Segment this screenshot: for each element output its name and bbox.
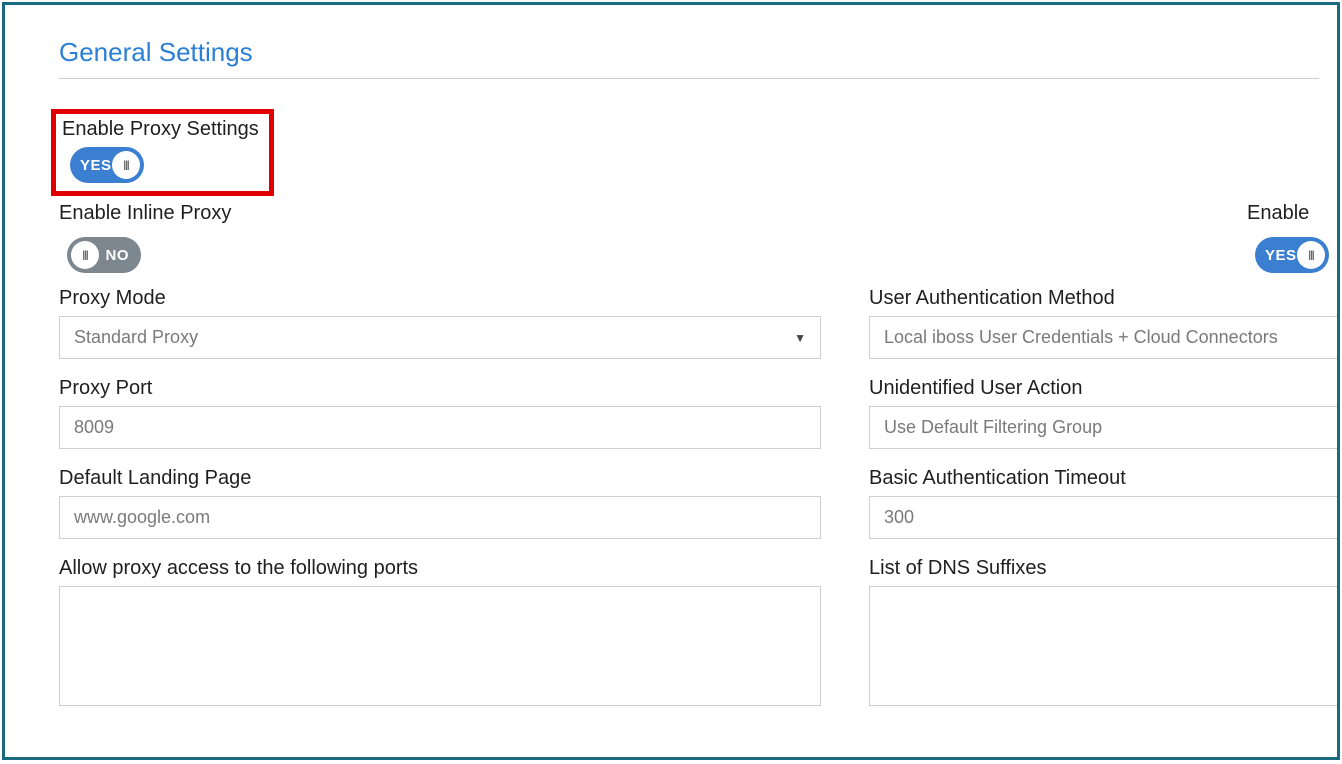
section-divider — [59, 78, 1319, 79]
toggle-state-text: NO — [106, 247, 130, 264]
toggle-state-text: YES — [80, 157, 112, 174]
enable-inline-proxy-block: Enable Inline Proxy NO ||| — [59, 202, 231, 273]
unidentified-user-label: Unidentified User Action — [869, 377, 1339, 400]
allow-ports-textarea[interactable] — [59, 586, 821, 706]
unidentified-user-select[interactable]: Use Default Filtering Group — [869, 406, 1339, 449]
enable-proxy-label: Enable Proxy Settings — [62, 118, 259, 141]
toggle-knob: ||| — [1297, 241, 1325, 269]
enable-right-block: Enable YES ||| — [1247, 202, 1329, 273]
proxy-mode-select[interactable]: Standard Proxy ▼ — [59, 316, 821, 359]
grip-icon: ||| — [82, 250, 87, 261]
dns-suffixes-label: List of DNS Suffixes — [869, 557, 1339, 580]
enable-proxy-highlight: Enable Proxy Settings YES ||| — [51, 109, 274, 196]
landing-page-label: Default Landing Page — [59, 467, 821, 490]
proxy-mode-value: Standard Proxy — [74, 327, 198, 348]
proxy-mode-label: Proxy Mode — [59, 287, 821, 310]
auth-method-select[interactable]: Local iboss User Credentials + Cloud Con… — [869, 316, 1339, 359]
toggle-state-text: YES — [1265, 247, 1297, 264]
proxy-port-label: Proxy Port — [59, 377, 821, 400]
dns-suffixes-textarea[interactable] — [869, 586, 1339, 706]
basic-auth-timeout-label: Basic Authentication Timeout — [869, 467, 1339, 490]
proxy-port-input[interactable] — [59, 406, 821, 449]
unidentified-user-value: Use Default Filtering Group — [884, 417, 1102, 438]
auth-method-label: User Authentication Method — [869, 287, 1339, 310]
enable-inline-proxy-toggle[interactable]: NO ||| — [67, 237, 141, 273]
enable-inline-proxy-label: Enable Inline Proxy — [59, 202, 231, 225]
enable-right-toggle[interactable]: YES ||| — [1255, 237, 1329, 273]
basic-auth-timeout-input[interactable] — [869, 496, 1339, 539]
settings-panel: General Settings Enable Proxy Settings Y… — [5, 5, 1340, 729]
grip-icon: ||| — [123, 160, 128, 171]
toggle-knob: ||| — [112, 151, 140, 179]
allow-ports-label: Allow proxy access to the following port… — [59, 557, 821, 580]
toggle-knob: ||| — [71, 241, 99, 269]
chevron-down-icon: ▼ — [794, 331, 806, 345]
section-title: General Settings — [59, 37, 1340, 68]
enable-right-label: Enable — [1247, 202, 1329, 225]
settings-panel-frame: General Settings Enable Proxy Settings Y… — [2, 2, 1340, 760]
grip-icon: ||| — [1308, 250, 1313, 261]
auth-method-value: Local iboss User Credentials + Cloud Con… — [884, 327, 1278, 348]
enable-proxy-toggle[interactable]: YES ||| — [70, 147, 144, 183]
landing-page-input[interactable] — [59, 496, 821, 539]
